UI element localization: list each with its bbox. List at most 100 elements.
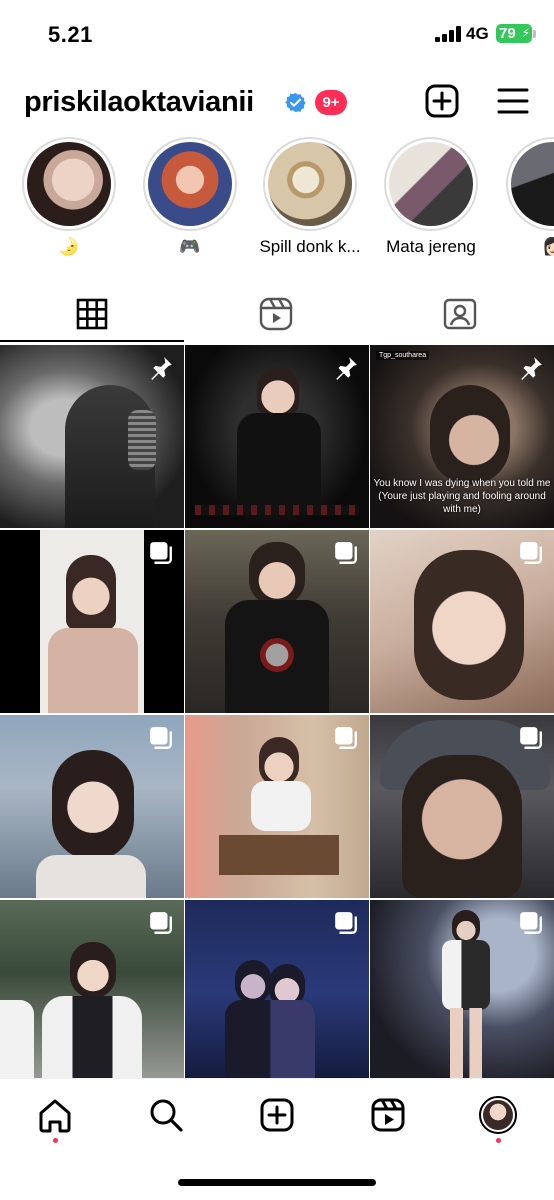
highlight-cover xyxy=(148,142,232,226)
post-figure xyxy=(442,940,490,1010)
highlight-ring xyxy=(22,137,116,231)
username[interactable]: priskilaoktavianii xyxy=(24,86,254,119)
post-image xyxy=(66,555,116,630)
menu-icon[interactable] xyxy=(497,86,529,116)
highlight-ring xyxy=(143,137,237,231)
highlight-item[interactable]: 🌛 xyxy=(14,137,124,257)
create-icon xyxy=(260,1098,294,1132)
carousel-icon xyxy=(150,727,172,749)
post-thumbnail[interactable] xyxy=(0,715,184,898)
battery-icon: 79 ⚡ xyxy=(496,24,532,43)
battery-nub xyxy=(533,30,536,38)
home-notification-dot xyxy=(52,1138,58,1143)
shirt-print xyxy=(255,625,299,685)
post-figure xyxy=(225,1000,315,1083)
post-thumbnail[interactable] xyxy=(0,345,184,528)
post-figure xyxy=(237,413,321,513)
post-image xyxy=(257,367,299,417)
highlight-cover xyxy=(511,142,554,226)
pin-icon xyxy=(521,357,542,380)
post-figure xyxy=(251,781,311,831)
highlight-ring xyxy=(506,137,554,231)
post-thumbnail[interactable]: Tgp_southarea You know I was dying when … xyxy=(370,345,554,528)
tab-tagged[interactable] xyxy=(368,286,552,342)
post-image xyxy=(259,737,299,787)
post-thumbnail[interactable] xyxy=(0,530,184,713)
highlight-cover xyxy=(389,142,473,226)
post-thumbnail[interactable] xyxy=(370,900,554,1083)
verified-badge-icon xyxy=(285,92,306,113)
post-figure xyxy=(42,996,142,1083)
nav-profile[interactable] xyxy=(468,1093,528,1143)
highlight-item[interactable]: 🎮 xyxy=(135,137,245,257)
post-thumbnail[interactable] xyxy=(185,345,369,528)
story-highlights: 🌛 🎮 Spill donk k... Mata jereng 👩🏻 xyxy=(0,137,554,267)
post-car xyxy=(0,1000,34,1083)
carousel-icon xyxy=(150,912,172,934)
nav-home[interactable] xyxy=(25,1093,85,1143)
tab-posts-grid[interactable] xyxy=(0,286,184,342)
pin-icon xyxy=(151,357,172,380)
post-image xyxy=(452,910,480,944)
nav-create[interactable] xyxy=(247,1093,307,1137)
search-icon xyxy=(150,1099,183,1132)
carousel-icon xyxy=(335,912,357,934)
post-thumbnail[interactable] xyxy=(185,715,369,898)
profile-header: priskilaoktavianii 9+ xyxy=(0,80,554,130)
status-time: 5.21 xyxy=(48,22,93,47)
post-caption: You know I was dying when you told me (Y… xyxy=(373,478,551,515)
status-bar: 5.21 4G 79 ⚡ xyxy=(0,0,554,70)
post-thumbnail[interactable] xyxy=(0,900,184,1083)
post-image xyxy=(52,750,134,860)
carousel-icon xyxy=(520,727,542,749)
home-icon xyxy=(39,1099,71,1133)
create-post-button[interactable] xyxy=(425,84,459,118)
profile-tabs xyxy=(0,286,554,342)
post-image xyxy=(402,755,522,898)
post-figure xyxy=(36,855,146,898)
highlight-cover xyxy=(27,142,111,226)
nav-reels[interactable] xyxy=(358,1093,418,1137)
post-image xyxy=(235,960,271,1004)
post-image xyxy=(70,942,116,998)
home-indicator[interactable] xyxy=(178,1179,376,1186)
highlight-item[interactable]: Spill donk k... xyxy=(255,137,365,257)
carousel-icon xyxy=(520,912,542,934)
post-image xyxy=(430,385,510,485)
battery-level: 79 xyxy=(499,25,516,42)
post-thumbnail[interactable] xyxy=(370,715,554,898)
highlight-cover xyxy=(268,142,352,226)
signal-icon xyxy=(435,26,461,42)
tab-reels[interactable] xyxy=(184,286,368,342)
carousel-icon xyxy=(520,542,542,564)
network-label: 4G xyxy=(466,24,489,43)
microphone xyxy=(128,410,156,470)
avatar xyxy=(479,1096,517,1134)
pin-icon xyxy=(336,357,357,380)
post-image xyxy=(249,542,305,606)
highlight-label: 🎮 xyxy=(179,237,201,256)
post-thumbnail[interactable] xyxy=(370,530,554,713)
grid-icon xyxy=(76,298,108,330)
post-legs xyxy=(450,1008,482,1083)
highlight-label: 🌛 xyxy=(58,237,80,256)
post-thumbnail[interactable] xyxy=(185,900,369,1083)
highlight-label: Mata jereng xyxy=(386,237,476,256)
highlight-ring xyxy=(384,137,478,231)
highlight-ring xyxy=(263,137,357,231)
nav-search[interactable] xyxy=(136,1093,196,1137)
post-tag: Tgp_southarea xyxy=(376,351,430,360)
tagged-icon xyxy=(443,298,477,330)
post-image xyxy=(414,550,524,700)
charging-icon: ⚡ xyxy=(521,26,530,40)
posts-grid: Tgp_southarea You know I was dying when … xyxy=(0,345,554,1083)
post-thumbnail[interactable] xyxy=(185,530,369,713)
post-figure xyxy=(48,628,138,713)
carousel-icon xyxy=(150,542,172,564)
notification-badge[interactable]: 9+ xyxy=(315,90,347,115)
highlight-item[interactable]: 👩🏻 xyxy=(498,137,554,257)
active-tab-indicator xyxy=(0,340,184,342)
highlight-label: Spill donk k... xyxy=(259,237,361,256)
profile-notification-dot xyxy=(495,1138,501,1143)
highlight-item[interactable]: Mata jereng xyxy=(376,137,486,257)
